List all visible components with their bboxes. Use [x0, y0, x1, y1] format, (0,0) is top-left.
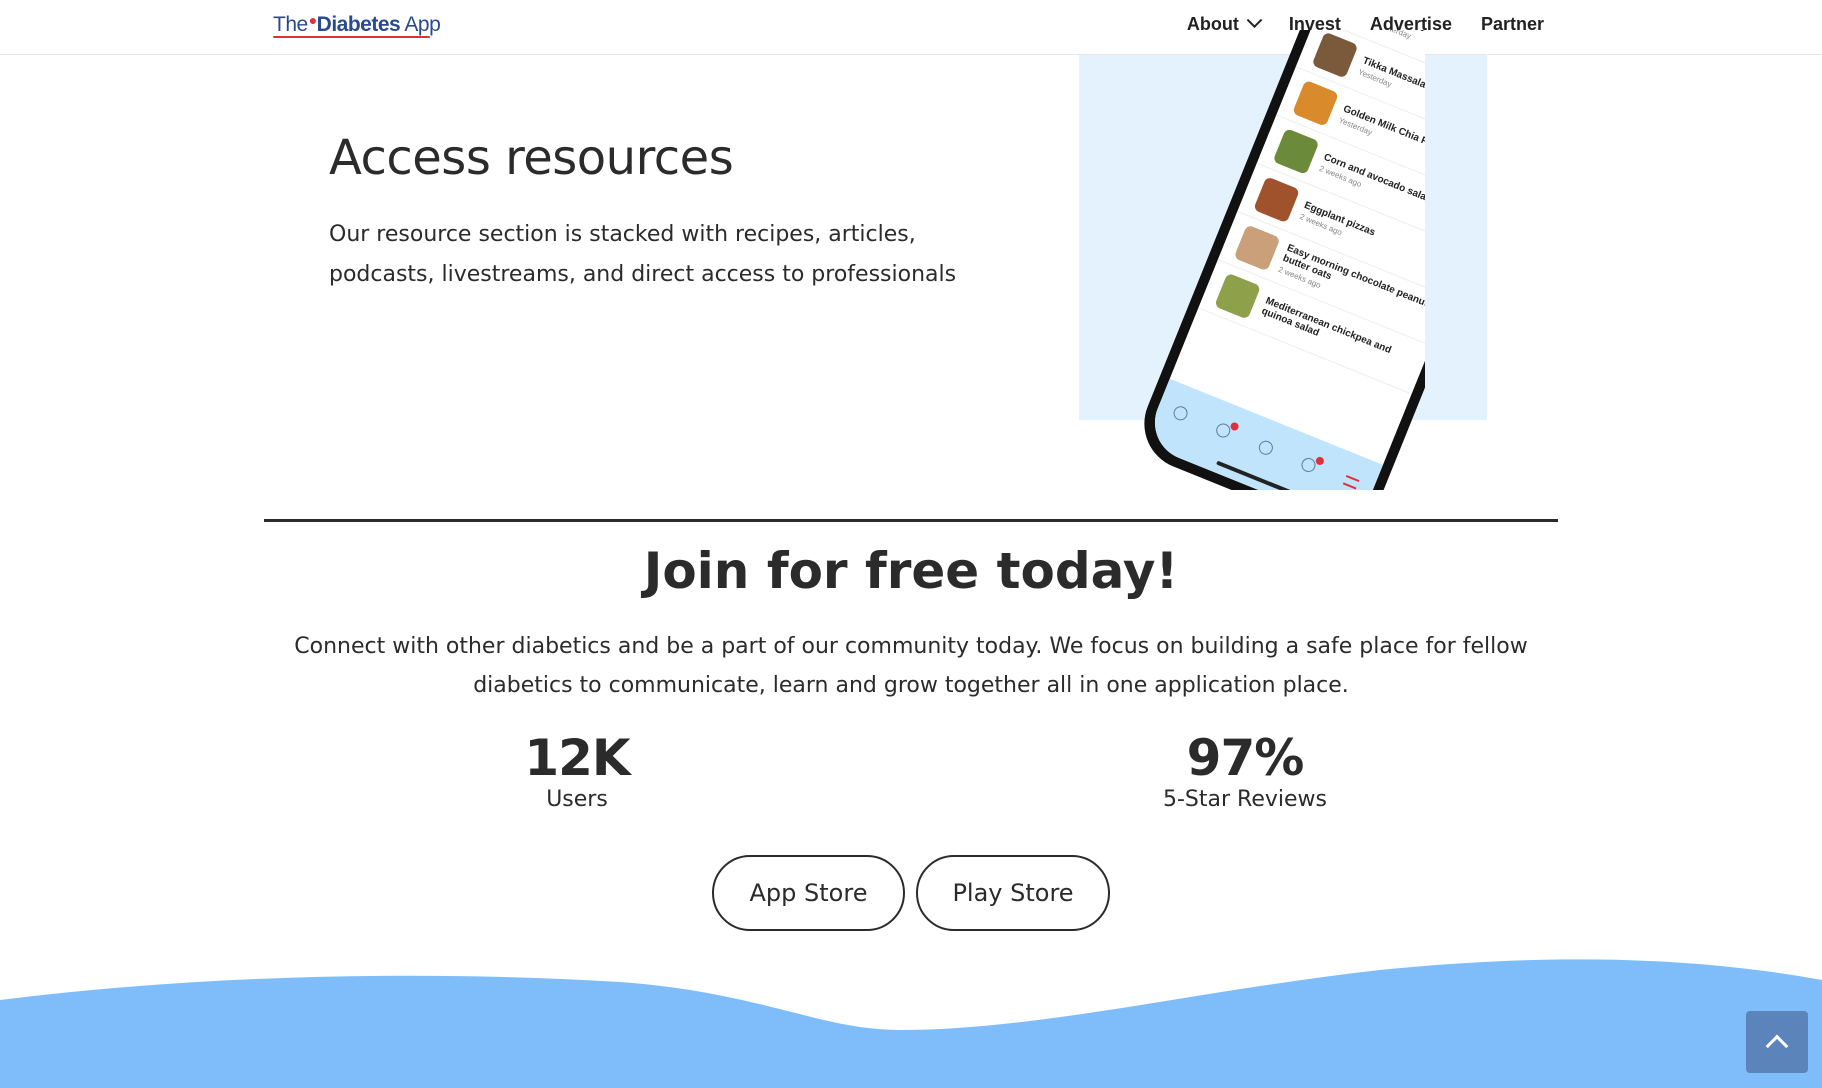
recipe-thumbnail: [1233, 224, 1281, 271]
phone-mockup: Low Carb Breakfast HashYesterdayTikka Ma…: [1130, 30, 1425, 490]
recipe-thumbnail: [1214, 272, 1262, 320]
recipe-thumbnail: [1272, 127, 1320, 175]
site-logo[interactable]: The●Diabetes App: [273, 12, 441, 37]
blood-drop-icon: ●: [308, 12, 317, 28]
footer-wave: [0, 959, 1822, 1088]
recipe-thumbnail: [1292, 79, 1340, 127]
nav-partner-label: Partner: [1480, 14, 1544, 34]
resources-title: Access resources: [329, 130, 734, 186]
chat-badge: [1229, 421, 1240, 432]
nav-partner[interactable]: Partner: [1481, 14, 1544, 35]
logo-brand: Diabetes: [316, 13, 401, 36]
site-header: The●Diabetes App About Invest Advertise …: [0, 0, 1822, 55]
chevron-up-icon: [1765, 1034, 1789, 1058]
play-store-button[interactable]: Play Store: [916, 855, 1110, 931]
recipe-thumbnail: [1253, 175, 1301, 223]
chevron-down-icon: [1246, 12, 1263, 29]
profile-icon: [1256, 438, 1275, 457]
logo-prefix: The: [273, 13, 308, 36]
chat-icon: [1214, 421, 1240, 440]
phone-screen: Low Carb Breakfast HashYesterdayTikka Ma…: [1143, 30, 1425, 490]
stat-users-value: 12K: [524, 729, 630, 787]
bell-icon: [1299, 455, 1326, 475]
app-store-button[interactable]: App Store: [712, 855, 905, 931]
phone-tabbar: [1143, 378, 1383, 490]
recipe-thumbnail: [1311, 31, 1359, 79]
stat-users-label: Users: [546, 787, 608, 812]
section-divider: [264, 519, 1558, 522]
stat-users: 12K Users: [427, 730, 727, 814]
logo-underline: [273, 36, 430, 38]
home-indicator: [1216, 460, 1292, 490]
bell-badge: [1314, 455, 1326, 467]
menu-icon: [1342, 474, 1360, 490]
join-title: Join for free today!: [643, 542, 1179, 600]
logo-suffix: App: [404, 13, 441, 36]
stat-reviews-label: 5-Star Reviews: [1162, 787, 1327, 812]
stat-reviews-value: 97%: [1186, 729, 1305, 787]
join-description: Connect with other diabetics and be a pa…: [294, 634, 1528, 698]
phone-mockup-wrapper: Low Carb Breakfast HashYesterdayTikka Ma…: [1125, 30, 1425, 490]
home-icon: [1171, 404, 1190, 423]
stat-reviews: 97% 5-Star Reviews: [1095, 730, 1395, 814]
recipe-list: Low Carb Breakfast HashYesterdayTikka Ma…: [1198, 30, 1425, 395]
back-to-top-button[interactable]: [1746, 1011, 1808, 1073]
resources-description: Our resource section is stacked with rec…: [329, 222, 957, 287]
